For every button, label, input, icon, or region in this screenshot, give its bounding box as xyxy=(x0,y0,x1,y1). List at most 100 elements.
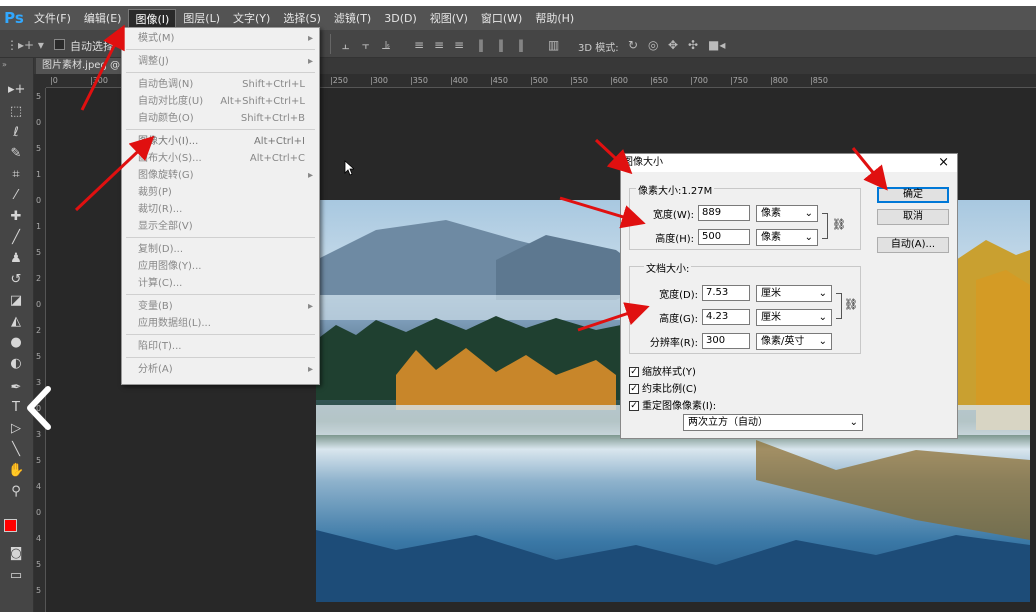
panel-collapse-icon[interactable]: » xyxy=(2,60,7,69)
zoom-icon[interactable]: ⚲ xyxy=(8,484,24,500)
image-menu-item[interactable]: 显示全部(V) xyxy=(122,218,319,235)
roll3d-icon[interactable]: ◎ xyxy=(648,38,658,52)
paint-bucket-icon[interactable]: ◭ xyxy=(8,314,24,330)
menu-filter[interactable]: 滤镜(T) xyxy=(328,9,377,28)
scale-styles-checkbox[interactable]: ✓ 缩放样式(Y) xyxy=(629,363,696,378)
image-menu-item[interactable]: 调整(J) ▸ xyxy=(122,53,319,70)
align-top-icon[interactable]: ⫠ xyxy=(342,38,349,53)
chevron-left-icon[interactable] xyxy=(24,385,64,431)
close-icon[interactable]: × xyxy=(938,154,949,172)
rotate3d-icon[interactable]: ↻ xyxy=(628,38,638,52)
distribute-vcenter-icon[interactable]: ≡ xyxy=(434,38,444,52)
history-brush-icon[interactable]: ↺ xyxy=(8,272,24,288)
ruler-tick-label: |700 xyxy=(690,76,708,85)
image-menu-item[interactable]: 裁剪(P) xyxy=(122,184,319,201)
chevron-down-icon: ⌄ xyxy=(818,336,827,347)
quick-mask-icon[interactable]: ◙ xyxy=(8,546,24,562)
align-bottom-icon[interactable]: ⫡ xyxy=(382,38,390,53)
constrain-proportions-checkbox[interactable]: ✓ 约束比例(C) xyxy=(629,380,697,395)
line-icon[interactable]: ╲ xyxy=(8,442,24,458)
image-menu-item[interactable]: 复制(D)... xyxy=(122,241,319,258)
lasso-icon[interactable]: ℓ xyxy=(8,125,24,141)
vertical-ruler[interactable]: 50510152025303540455 xyxy=(34,88,46,612)
distribute-right-icon[interactable]: ‖ xyxy=(518,38,524,52)
resolution-input[interactable]: 300 xyxy=(702,333,750,349)
image-menu-item[interactable]: 图像大小(I)... Alt+Ctrl+I xyxy=(122,133,319,150)
cancel-button[interactable]: 取消 xyxy=(877,209,949,225)
image-menu-item[interactable]: 计算(C)... xyxy=(122,275,319,292)
type-icon[interactable]: T xyxy=(8,400,24,416)
menu-type[interactable]: 文字(Y) xyxy=(227,9,276,28)
document-size-group: 文档大小: 宽度(D): 7.53 厘米 ⌄ 高度(G): 4.23 厘米 ⌄ 分辨… xyxy=(629,260,861,354)
menu-item-shortcut: Alt+Ctrl+I xyxy=(253,136,305,147)
eyedropper-icon[interactable]: ⁄ xyxy=(8,188,24,204)
menu-window[interactable]: 窗口(W) xyxy=(475,9,528,28)
eraser-icon[interactable]: ◪ xyxy=(8,293,24,309)
move-icon[interactable]: ▸+ xyxy=(8,82,25,98)
pixel-width-unit-select[interactable]: 像素 ⌄ xyxy=(756,205,818,222)
crop-icon[interactable]: ⌗ xyxy=(8,167,24,183)
image-menu-item[interactable]: 自动颜色(O) Shift+Ctrl+B xyxy=(122,110,319,127)
blur-icon[interactable]: ● xyxy=(8,335,24,351)
doc-width-unit: 厘米 xyxy=(761,288,781,299)
quick-select-icon[interactable]: ✎ xyxy=(8,146,24,162)
drag3d-icon[interactable]: ✥ xyxy=(668,38,678,52)
image-menu-item[interactable]: 自动对比度(U) Alt+Shift+Ctrl+L xyxy=(122,93,319,110)
path-select-icon[interactable]: ▷ xyxy=(8,421,24,437)
image-menu-item[interactable]: 模式(M) ▸ xyxy=(122,30,319,47)
ruler-tick-label: 0 xyxy=(36,118,42,127)
menu-item-label: 应用图像(Y)... xyxy=(138,261,202,272)
image-menu-item[interactable]: 应用数据组(L)... xyxy=(122,315,319,332)
submenu-arrow-icon: ▸ xyxy=(307,170,313,181)
distribute-hcenter-icon[interactable]: ‖ xyxy=(498,38,504,52)
brush-icon[interactable]: ╱ xyxy=(8,230,24,246)
menu-3d[interactable]: 3D(D) xyxy=(378,9,423,28)
pixel-width-input[interactable]: 889 xyxy=(698,205,750,221)
resample-checkbox[interactable]: ✓ 重定图像像素(I): xyxy=(629,397,716,412)
image-menu-item[interactable]: 变量(B) ▸ xyxy=(122,298,319,315)
slide3d-icon[interactable]: ✣ xyxy=(688,38,698,52)
foreground-color-swatch[interactable] xyxy=(4,519,17,532)
screen-mode-icon[interactable]: ▭ xyxy=(8,568,24,584)
image-menu-item[interactable]: 图像旋转(G) ▸ xyxy=(122,167,319,184)
auto-align-icon[interactable]: ▥ xyxy=(548,38,559,52)
dodge-icon[interactable]: ◐ xyxy=(8,356,24,372)
align-vcenter-icon[interactable]: ⫟ xyxy=(362,38,369,53)
menu-edit[interactable]: 编辑(E) xyxy=(78,9,128,28)
doc-height-unit-select[interactable]: 厘米 ⌄ xyxy=(756,309,832,326)
doc-width-input[interactable]: 7.53 xyxy=(702,285,750,301)
auto-button[interactable]: 自动(A)... xyxy=(877,237,949,253)
menu-item-label: 裁切(R)... xyxy=(138,204,183,215)
scale3d-icon[interactable]: ■◂ xyxy=(708,38,725,52)
menu-view[interactable]: 视图(V) xyxy=(424,9,474,28)
image-menu-item[interactable]: 画布大小(S)... Alt+Ctrl+C xyxy=(122,150,319,167)
pixel-height-unit-select[interactable]: 像素 ⌄ xyxy=(756,229,818,246)
resample-method-select[interactable]: 两次立方（自动） ⌄ xyxy=(683,414,863,431)
image-menu-item[interactable]: 应用图像(Y)... xyxy=(122,258,319,275)
pen-icon[interactable]: ✒ xyxy=(8,380,24,396)
distribute-left-icon[interactable]: ‖ xyxy=(478,38,484,52)
distribute-bottom-icon[interactable]: ≡ xyxy=(454,38,464,52)
image-menu-item[interactable]: 自动色调(N) Shift+Ctrl+L xyxy=(122,76,319,93)
menu-file[interactable]: 文件(F) xyxy=(28,9,77,28)
move-tool-icon[interactable]: ⋮▸+ ▾ xyxy=(6,38,44,52)
auto-select-checkbox[interactable] xyxy=(54,37,65,51)
menu-item-label: 调整(J) xyxy=(138,56,169,67)
doc-width-unit-select[interactable]: 厘米 ⌄ xyxy=(756,285,832,302)
menu-image[interactable]: 图像(I) xyxy=(128,8,177,28)
healing-icon[interactable]: ✚ xyxy=(8,209,24,225)
distribute-top-icon[interactable]: ≡ xyxy=(414,38,424,52)
image-menu-item[interactable]: 分析(A) ▸ xyxy=(122,361,319,378)
doc-height-input[interactable]: 4.23 xyxy=(702,309,750,325)
stamp-icon[interactable]: ♟ xyxy=(8,251,24,267)
image-menu-item[interactable]: 陷印(T)... xyxy=(122,338,319,355)
hand-icon[interactable]: ✋ xyxy=(8,463,24,479)
menu-select[interactable]: 选择(S) xyxy=(277,9,327,28)
resolution-unit-select[interactable]: 像素/英寸 ⌄ xyxy=(756,333,832,350)
ok-button[interactable]: 确定 xyxy=(877,187,949,203)
menu-help[interactable]: 帮助(H) xyxy=(529,9,580,28)
image-menu-item[interactable]: 裁切(R)... xyxy=(122,201,319,218)
pixel-height-input[interactable]: 500 xyxy=(698,229,750,245)
marquee-icon[interactable]: ⬚ xyxy=(8,104,24,120)
menu-layer[interactable]: 图层(L) xyxy=(177,9,226,28)
